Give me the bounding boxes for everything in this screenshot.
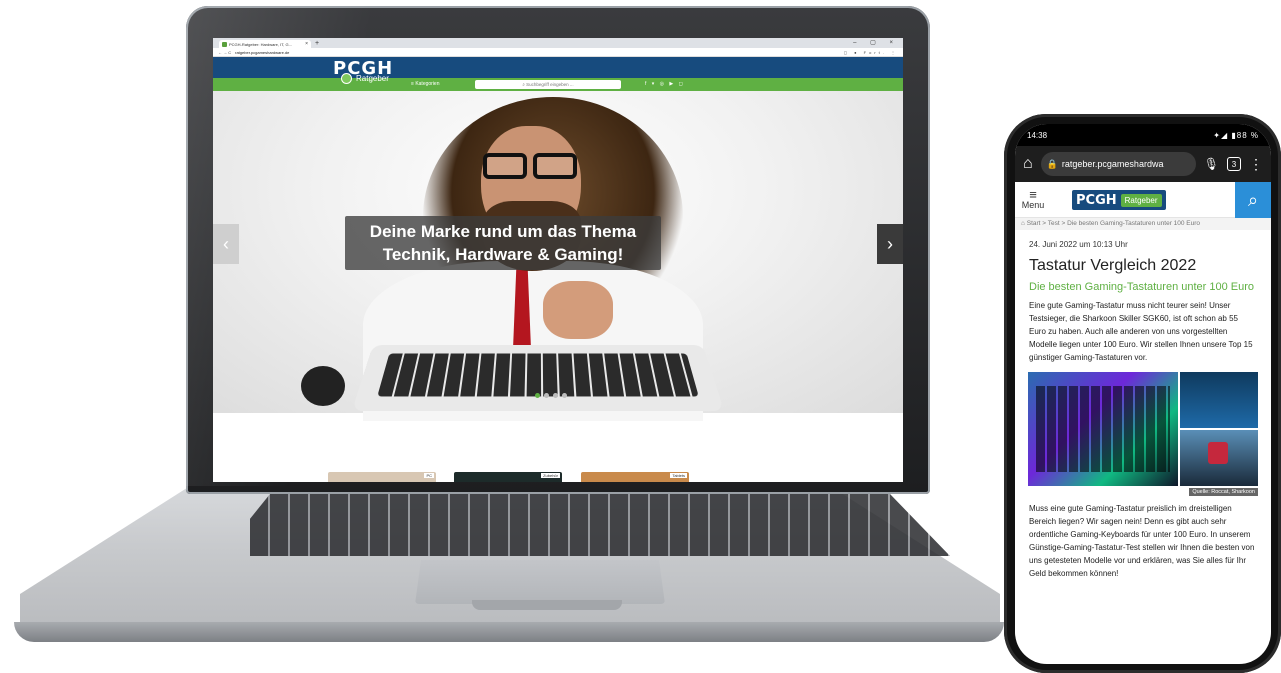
article-date: 24. Juni 2022 um 10:13 Uhr xyxy=(1029,240,1128,249)
device-mockup: PCGH-Ratgeber: Hardware, IT, G... × + – … xyxy=(0,0,1281,673)
mobile-url-field[interactable]: 🔒 ratgeber.pcgameshardwa xyxy=(1040,152,1196,176)
category-card-zubehoer[interactable]: Zubehör xyxy=(454,472,562,482)
hero-slider: Deine Marke rund um das Thema Technik, H… xyxy=(213,91,903,421)
article-body: Muss eine gute Gaming-Tastatur preislich… xyxy=(1029,504,1255,578)
site-nav-bar: Ratgeber ≡ Kategorien ⌕ Suchbegriff eing… xyxy=(213,73,903,91)
microphone-icon[interactable]: 🎙 xyxy=(1204,157,1219,171)
hamburger-icon: ≡ xyxy=(1029,186,1037,202)
logo-badge: Ratgeber xyxy=(1120,193,1162,207)
menu-button[interactable]: ≡ Menu xyxy=(1015,186,1051,210)
close-tab-icon[interactable]: × xyxy=(305,41,308,47)
slider-dot[interactable] xyxy=(562,393,567,398)
hero-image-mouse xyxy=(301,366,345,406)
laptop-trackpad xyxy=(415,560,665,604)
mobile-browser-bar: ⌂ 🔒 ratgeber.pcgameshardwa 🎙 3 ⋮ xyxy=(1015,146,1271,182)
laptop-keyboard xyxy=(250,494,950,556)
breadcrumb[interactable]: ⌂ Start > Test > Die besten Gaming-Tasta… xyxy=(1015,218,1271,230)
nav-buttons[interactable]: ← → C xyxy=(218,50,231,55)
category-card-tablets[interactable]: Tablets xyxy=(581,472,689,482)
slider-next-button[interactable]: › xyxy=(877,224,903,264)
social-icons[interactable]: f ▾ ◎ ▶ ◻ xyxy=(645,81,685,87)
article: 24. Juni 2022 um 10:13 Uhr Tastatur Verg… xyxy=(1015,230,1271,586)
address-bar: ← → C ratgeber.pcgameshardware.de ◻ ● Fo… xyxy=(213,48,903,57)
site-search-input[interactable]: ⌕ Suchbegriff eingeben ... xyxy=(475,80,621,89)
article-title: Tastatur Vergleich 2022 xyxy=(1029,257,1197,274)
keyboard-closeup-image xyxy=(1180,372,1258,428)
laptop-front-edge xyxy=(14,622,1004,642)
search-icon[interactable]: ⌕ xyxy=(1235,182,1271,218)
ratgeber-logo[interactable]: Ratgeber xyxy=(341,73,389,84)
article-intro: Eine gute Gaming-Tastatur muss nicht teu… xyxy=(1029,301,1253,362)
status-icons: ✦◢ ▮88 % xyxy=(1213,130,1259,140)
new-tab-button[interactable]: + xyxy=(315,40,319,47)
logo-text: PCGH xyxy=(1076,192,1117,208)
browser-toolbar-right[interactable]: ◻ ● Fort. ⋮ xyxy=(844,50,898,55)
card-label: PC xyxy=(424,473,434,478)
hexagon-icon xyxy=(341,73,352,84)
more-menu-icon[interactable]: ⋮ xyxy=(1249,156,1263,173)
window-controls[interactable]: – ▢ × xyxy=(853,39,899,46)
article-subtitle: Die besten Gaming-Tastaturen unter 100 E… xyxy=(1029,281,1255,293)
slider-prev-button[interactable]: ‹ xyxy=(213,224,239,264)
image-source: Quelle: Roccat, Sharkoon xyxy=(1189,488,1258,496)
mobile-site-logo[interactable]: PCGH Ratgeber xyxy=(1072,190,1166,210)
phone-notch xyxy=(1087,124,1199,146)
hero-image-keyboard xyxy=(351,344,725,411)
slider-dot[interactable] xyxy=(544,393,549,398)
category-cards: PC Zubehör Tablets xyxy=(213,472,903,482)
slider-dots[interactable] xyxy=(535,393,567,398)
status-time: 14:38 xyxy=(1027,130,1048,140)
site-header: PCGH xyxy=(213,57,903,79)
hero-caption-line2: Technik, Hardware & Gaming! xyxy=(382,245,624,264)
favicon-icon xyxy=(222,41,227,47)
article-image[interactable]: Quelle: Roccat, Sharkoon xyxy=(1028,372,1258,496)
ratgeber-label: Ratgeber xyxy=(356,74,389,83)
lock-icon: 🔒 xyxy=(1046,158,1058,169)
laptop-screen: PCGH-Ratgeber: Hardware, IT, G... × + – … xyxy=(213,38,903,482)
slider-dot[interactable] xyxy=(553,393,558,398)
home-icon[interactable]: ⌂ xyxy=(1023,155,1033,173)
phone-status-bar: 14:38 ✦◢ ▮88 % xyxy=(1015,124,1271,146)
categories-label: Kategorien xyxy=(415,81,440,87)
search-placeholder: Suchbegriff eingeben ... xyxy=(526,82,574,87)
browser-tab[interactable]: PCGH-Ratgeber: Hardware, IT, G... × xyxy=(219,40,311,48)
browser-tabbar: PCGH-Ratgeber: Hardware, IT, G... × + – … xyxy=(213,38,903,48)
laptop-notch xyxy=(472,600,622,610)
card-label: Zubehör xyxy=(541,473,560,478)
keyboard-image xyxy=(1028,372,1178,486)
slider-dot[interactable] xyxy=(535,393,540,398)
menu-label: Menu xyxy=(1021,199,1045,210)
phone-screen: 14:38 ✦◢ ▮88 % ⌂ 🔒 ratgeber.pcgameshardw… xyxy=(1015,124,1271,664)
mobile-site-header: ≡ Menu PCGH Ratgeber ⌕ xyxy=(1015,182,1271,218)
hero-image-hand xyxy=(543,281,613,339)
card-label: Tablets xyxy=(670,473,687,478)
hero-image-glasses xyxy=(483,153,577,179)
categories-menu[interactable]: ≡ Kategorien xyxy=(411,81,440,87)
category-card-pc[interactable]: PC xyxy=(328,472,436,482)
url-field[interactable]: ratgeber.pcgameshardware.de xyxy=(235,50,289,55)
mobile-url-text: ratgeber.pcgameshardwa xyxy=(1061,159,1164,169)
tab-title: PCGH-Ratgeber: Hardware, IT, G... xyxy=(229,41,292,47)
switch-image xyxy=(1180,430,1258,486)
hero-caption-line1: Deine Marke rund um das Thema xyxy=(369,222,637,241)
tab-count-button[interactable]: 3 xyxy=(1227,157,1241,171)
hero-caption: Deine Marke rund um das Thema Technik, H… xyxy=(345,216,661,270)
